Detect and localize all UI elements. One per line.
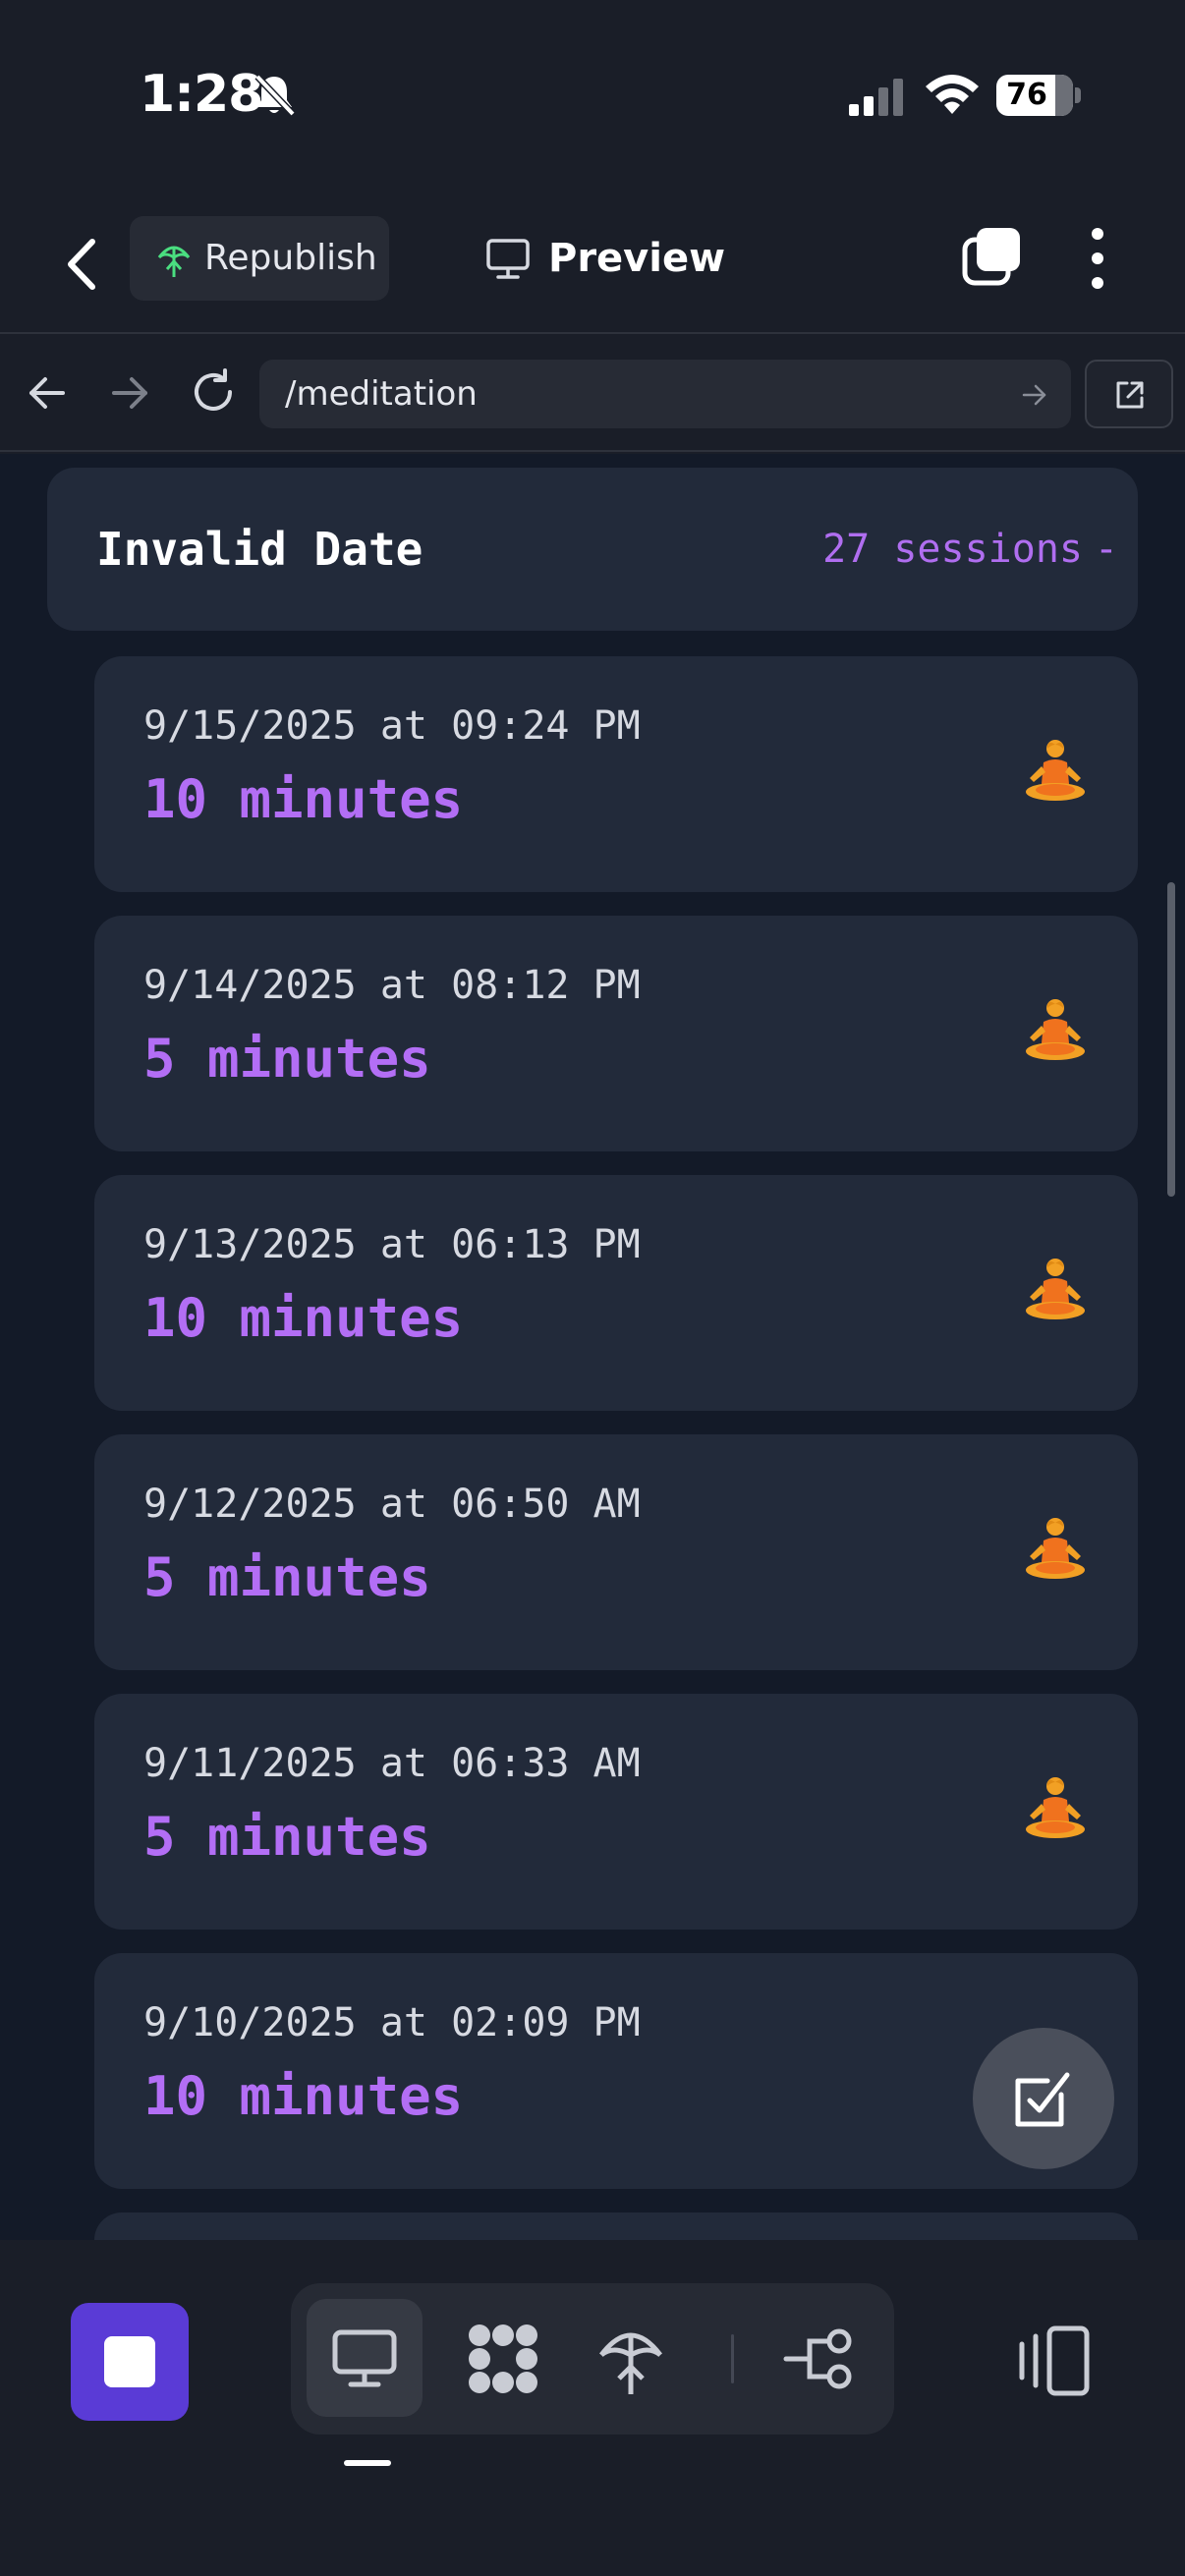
session-duration: 10 minutes bbox=[143, 2065, 464, 2127]
monitor-icon bbox=[486, 239, 530, 279]
wifi-icon bbox=[926, 75, 979, 114]
preview-button[interactable]: Preview bbox=[481, 216, 725, 301]
session-card[interactable] bbox=[94, 2212, 1138, 2240]
arrow-left-icon[interactable] bbox=[26, 371, 69, 415]
monitor-icon bbox=[332, 2329, 397, 2387]
url-bar: /meditation bbox=[0, 336, 1185, 452]
session-date: 9/11/2025 at 06:33 AM bbox=[143, 1741, 641, 1786]
republish-button[interactable]: Republish bbox=[130, 216, 389, 301]
url-input[interactable]: /meditation bbox=[259, 360, 1071, 428]
republish-label: Republish bbox=[204, 238, 377, 278]
meditation-icon bbox=[1026, 1777, 1085, 1838]
collapse-toggle[interactable]: - bbox=[1095, 468, 1118, 631]
checklist-button[interactable] bbox=[973, 2028, 1114, 2169]
tool-preview-active[interactable] bbox=[307, 2299, 423, 2417]
meditation-icon bbox=[1026, 1518, 1085, 1579]
session-card[interactable]: 9/14/2025 at 08:12 PM 5 minutes bbox=[94, 916, 1138, 1151]
session-duration: 5 minutes bbox=[143, 1806, 431, 1868]
battery-level: 76 bbox=[1006, 78, 1047, 112]
session-date: 9/12/2025 at 06:50 AM bbox=[143, 1482, 641, 1527]
session-duration: 5 minutes bbox=[143, 1546, 431, 1608]
panel-icon[interactable] bbox=[1016, 2323, 1093, 2399]
tabs-icon[interactable] bbox=[961, 226, 1022, 287]
meditation-icon bbox=[1026, 1259, 1085, 1319]
session-date: 9/13/2025 at 06:13 PM bbox=[143, 1222, 641, 1267]
reload-icon[interactable] bbox=[189, 367, 238, 417]
session-date: 9/14/2025 at 08:12 PM bbox=[143, 963, 641, 1008]
cellular-signal-icon bbox=[849, 79, 903, 116]
open-external-button[interactable] bbox=[1085, 360, 1173, 428]
session-card[interactable]: 9/12/2025 at 06:50 AM 5 minutes bbox=[94, 1434, 1138, 1670]
battery-icon: 76 bbox=[996, 75, 1081, 116]
url-text: /meditation bbox=[285, 374, 478, 414]
session-duration: 10 minutes bbox=[143, 1287, 464, 1349]
status-time: 1:28 bbox=[140, 65, 263, 124]
scrollbar[interactable] bbox=[1167, 882, 1175, 1197]
meditation-page: Invalid Date 27 sessions - 9/15/2025 at … bbox=[0, 454, 1185, 2240]
group-title: Invalid Date bbox=[96, 523, 423, 576]
chevron-left-icon[interactable] bbox=[61, 232, 104, 297]
open-external-icon bbox=[1116, 381, 1144, 409]
meditation-icon bbox=[1026, 740, 1085, 801]
date-group-header[interactable]: Invalid Date 27 sessions - bbox=[47, 468, 1138, 631]
session-duration: 10 minutes bbox=[143, 768, 464, 830]
more-vertical-icon[interactable] bbox=[1081, 226, 1114, 291]
toolbar-divider bbox=[731, 2334, 734, 2383]
session-date: 9/10/2025 at 02:09 PM bbox=[143, 2000, 641, 2045]
status-bar: 1:28 76 bbox=[0, 0, 1185, 196]
stop-button[interactable] bbox=[71, 2303, 189, 2421]
group-session-count: 27 sessions bbox=[822, 527, 1083, 572]
bottom-toolbar bbox=[0, 2240, 1185, 2576]
app-header: Republish Preview bbox=[0, 196, 1185, 334]
bell-slash-icon bbox=[254, 74, 296, 117]
connector-icon[interactable] bbox=[780, 2320, 859, 2398]
session-card[interactable]: 9/15/2025 at 09:24 PM 10 minutes bbox=[94, 656, 1138, 892]
deploy-icon[interactable] bbox=[592, 2320, 670, 2398]
session-card[interactable]: 9/11/2025 at 06:33 AM 5 minutes bbox=[94, 1694, 1138, 1930]
go-arrow-icon[interactable] bbox=[1022, 383, 1047, 407]
preview-label: Preview bbox=[548, 236, 726, 281]
meditation-icon bbox=[1026, 999, 1085, 1060]
republish-icon bbox=[157, 246, 191, 277]
session-date: 9/15/2025 at 09:24 PM bbox=[143, 703, 641, 749]
home-indicator bbox=[344, 2460, 391, 2466]
arrow-right-icon[interactable] bbox=[108, 371, 151, 415]
session-duration: 5 minutes bbox=[143, 1028, 431, 1090]
tool-group bbox=[291, 2283, 894, 2435]
apps-grid-icon[interactable] bbox=[464, 2320, 542, 2398]
session-card[interactable]: 9/13/2025 at 06:13 PM 10 minutes bbox=[94, 1175, 1138, 1411]
checkbox-edit-icon bbox=[1015, 2072, 1070, 2127]
stop-icon bbox=[104, 2336, 155, 2387]
